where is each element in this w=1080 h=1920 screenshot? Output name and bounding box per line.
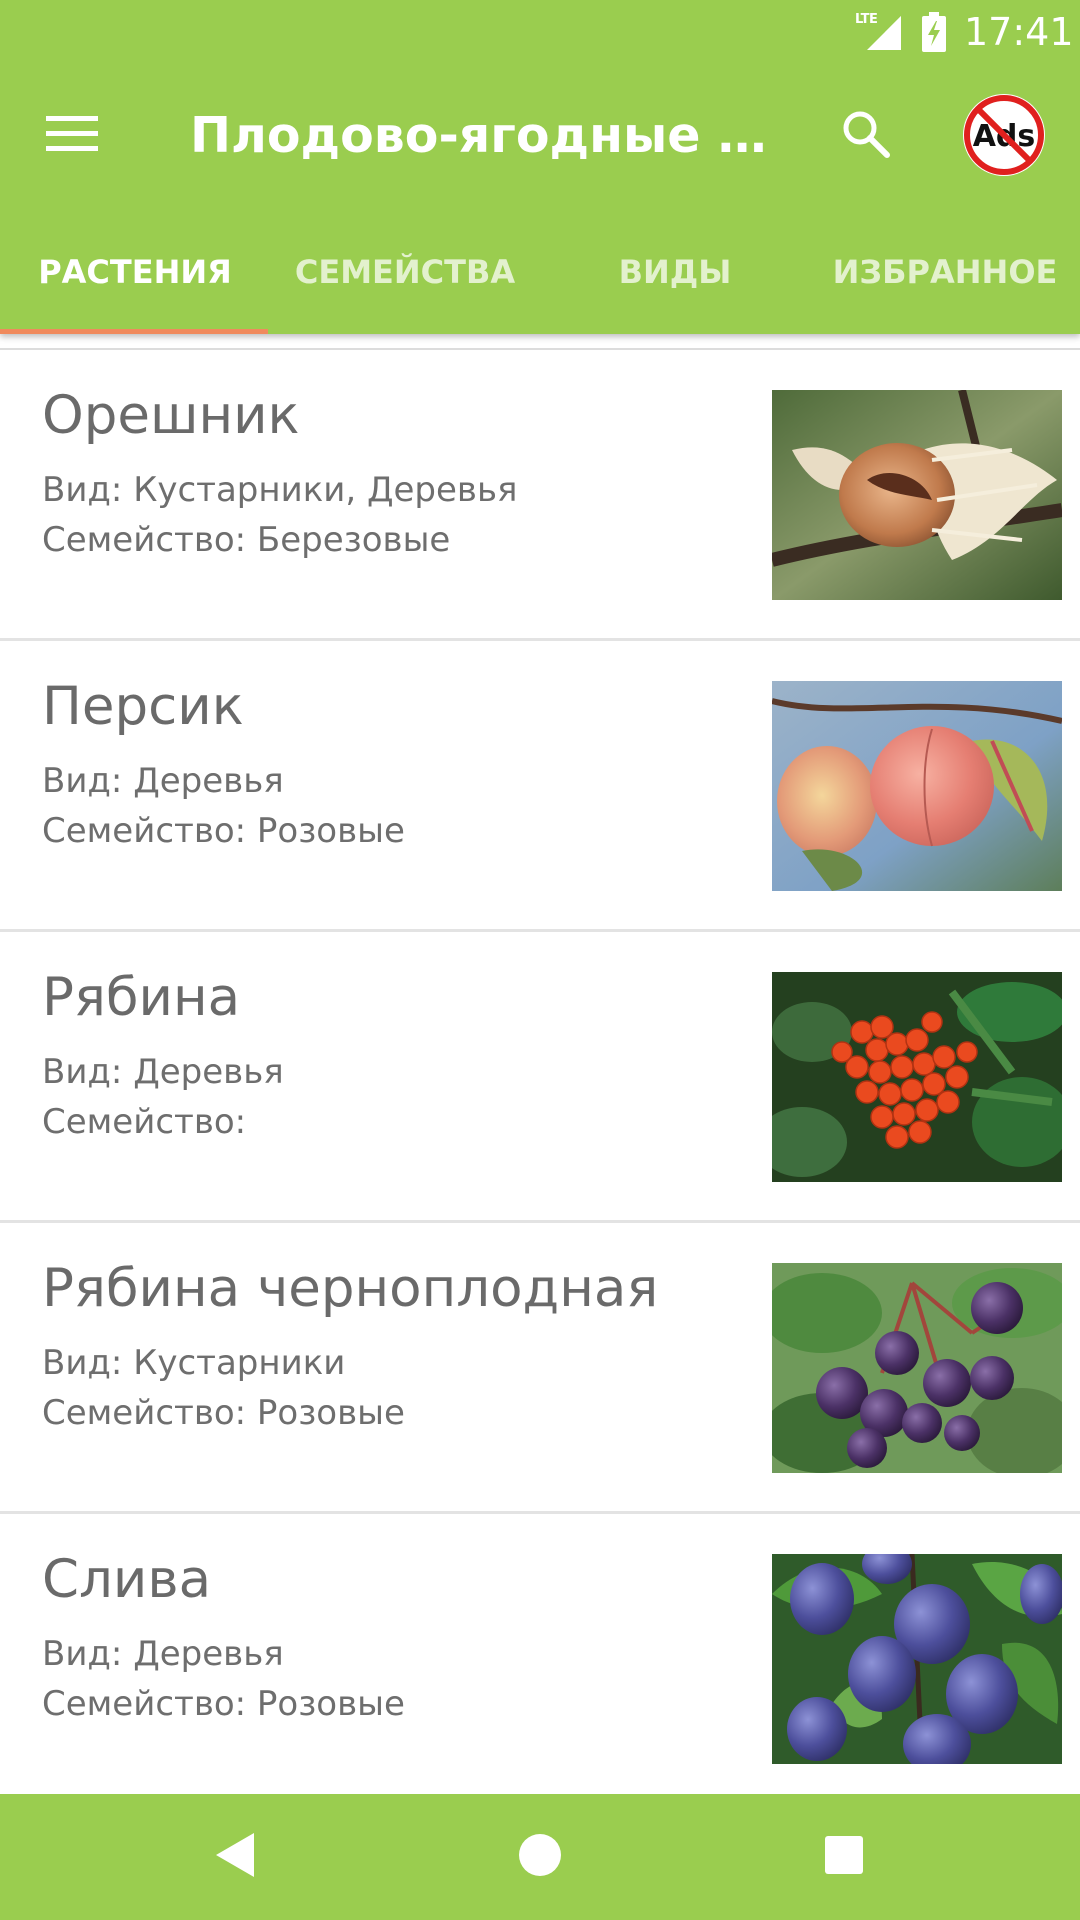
tab-types[interactable]: ВИДЫ <box>540 228 810 334</box>
search-icon <box>841 109 891 163</box>
plum-photo <box>772 1554 1062 1764</box>
rowan-photo <box>772 972 1062 1182</box>
peach-photo <box>772 681 1062 891</box>
no-ads-icon: Ads <box>960 94 1048 183</box>
tab-plants[interactable]: РАСТЕНИЯ <box>0 228 270 334</box>
recents-button[interactable] <box>804 1822 884 1892</box>
list-item[interactable]: Рябина Вид: Деревья Семейство: <box>0 932 1080 1223</box>
tab-label: РАСТЕНИЯ <box>38 253 232 291</box>
list-item[interactable]: Рябина черноплодная Вид: Кустарники Семе… <box>0 1223 1080 1514</box>
list-item[interactable]: Слива Вид: Деревья Семейство: Розовые <box>0 1514 1080 1805</box>
plant-type: Вид: Кустарники, Деревья <box>42 470 518 510</box>
page-title: Плодово-ягодные рас... <box>190 107 790 164</box>
plant-type: Вид: Деревья <box>42 1052 284 1092</box>
menu-button[interactable] <box>32 104 112 168</box>
remove-ads-button[interactable]: Ads <box>960 91 1048 179</box>
battery-charging-icon <box>921 12 947 52</box>
plant-type: Вид: Кустарники <box>42 1343 346 1383</box>
toolbar: Плодово-ягодные рас... Ads <box>0 64 1080 208</box>
plant-family: Семейство: Розовые <box>42 1393 405 1433</box>
tab-label: СЕМЕЙСТВА <box>294 253 516 291</box>
app-bar: LTE 17:41 Плодово-ягодные ра РАСТЕНИЯ СЕ… <box>0 0 1080 334</box>
list-item[interactable]: Орешник Вид: Кустарники, Деревья Семейст… <box>0 350 1080 641</box>
plant-family: Семейство: Розовые <box>42 1684 405 1724</box>
chokeberry-photo <box>772 1263 1062 1473</box>
plant-family: Семейство: <box>42 1102 247 1142</box>
menu-icon <box>46 114 98 158</box>
status-time: 17:41 <box>964 10 1074 54</box>
home-button[interactable] <box>500 1822 580 1892</box>
home-icon <box>517 1832 563 1882</box>
plant-list: Орешник Вид: Кустарники, Деревья Семейст… <box>0 350 1080 1805</box>
recents-icon <box>824 1835 864 1879</box>
tab-favorites[interactable]: ИЗБРАННОЕ <box>810 228 1080 334</box>
network-label: LTE <box>855 12 878 27</box>
plant-family: Семейство: Розовые <box>42 811 405 851</box>
plant-name: Слива <box>42 1549 212 1610</box>
navigation-bar <box>0 1794 1080 1920</box>
back-button[interactable] <box>196 1822 276 1892</box>
list-item[interactable]: Персик Вид: Деревья Семейство: Розовые <box>0 641 1080 932</box>
tab-indicator <box>0 329 268 334</box>
tab-label: ВИДЫ <box>618 253 732 291</box>
tab-families[interactable]: СЕМЕЙСТВА <box>270 228 540 334</box>
plant-name: Персик <box>42 676 244 737</box>
plant-name: Рябина черноплодная <box>42 1258 659 1319</box>
back-icon <box>214 1831 258 1883</box>
status-bar: LTE 17:41 <box>0 0 1080 64</box>
search-button[interactable] <box>830 104 902 168</box>
plant-family: Семейство: Березовые <box>42 520 451 560</box>
tab-bar: РАСТЕНИЯ СЕМЕЙСТВА ВИДЫ ИЗБРАННОЕ <box>0 228 1080 334</box>
plant-name: Орешник <box>42 385 300 446</box>
plant-type: Вид: Деревья <box>42 1634 284 1674</box>
hazelnut-photo <box>772 390 1062 600</box>
plant-type: Вид: Деревья <box>42 761 284 801</box>
signal-icon: LTE <box>855 12 903 52</box>
tab-label: ИЗБРАННОЕ <box>832 253 1058 291</box>
plant-name: Рябина <box>42 967 241 1028</box>
